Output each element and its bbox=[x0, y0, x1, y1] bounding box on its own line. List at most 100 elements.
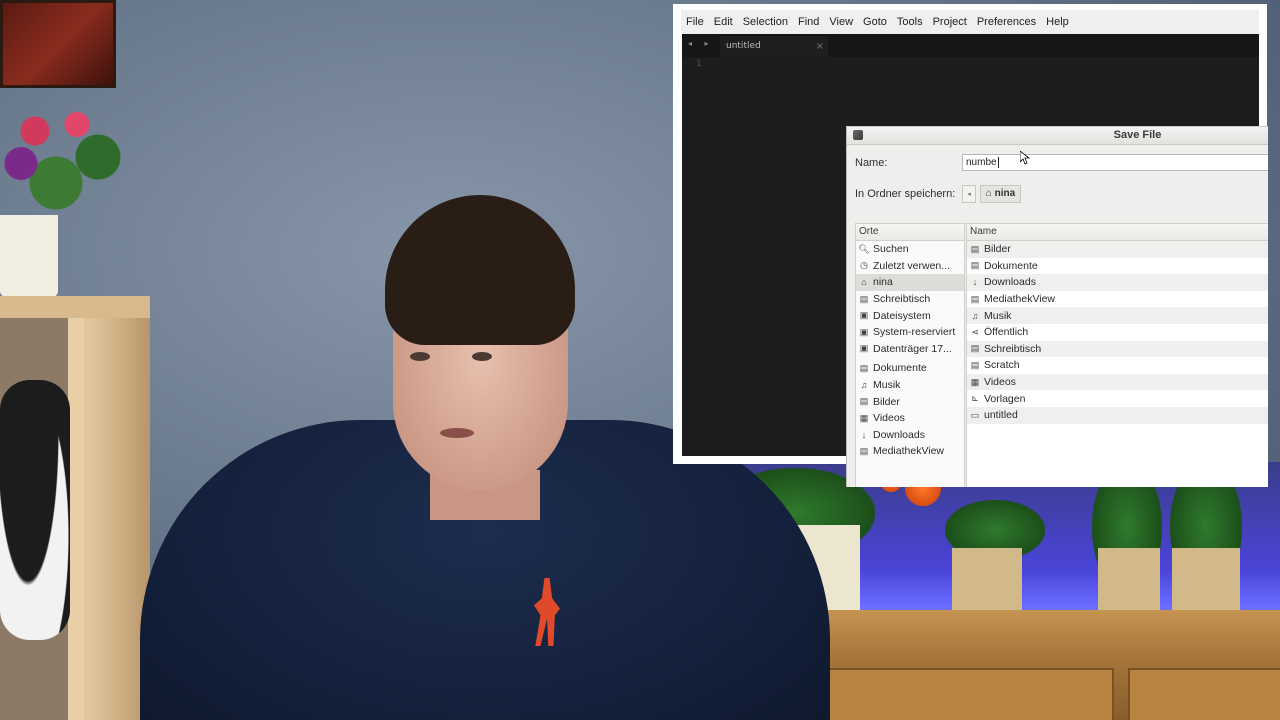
folder-icon: ▤ bbox=[970, 343, 980, 354]
places-item-datenträger-17[interactable]: ▣ Datenträger 17... bbox=[856, 341, 964, 358]
path-button-home[interactable]: ⌂ nina bbox=[980, 185, 1021, 203]
places-item-dateisystem[interactable]: ▣ Dateisystem bbox=[856, 307, 964, 324]
places-item-bilder[interactable]: ▤ Bilder bbox=[856, 393, 964, 410]
places-item-label: Musik bbox=[873, 379, 901, 392]
files-list: ▤ Bilder ▤ Dokumente ↓ Downloads ▤ MediathekVie… bbox=[967, 241, 1268, 424]
places-item-label: Bilder bbox=[873, 395, 900, 408]
editor-area[interactable]: ◂ ▸ untitled × 1 Save File Name: numbe I… bbox=[682, 34, 1268, 487]
pictures-icon: ▤ bbox=[970, 243, 980, 254]
file-row-videos[interactable]: ▦ Videos bbox=[967, 373, 1268, 391]
name-label: Name: bbox=[855, 157, 888, 169]
menu-file[interactable]: File bbox=[681, 10, 709, 34]
filename-input[interactable]: numbe bbox=[962, 154, 1268, 171]
path-button-label: nina bbox=[994, 188, 1016, 199]
tab-untitled[interactable]: untitled × bbox=[720, 36, 828, 57]
places-item-label: nina bbox=[873, 276, 893, 289]
places-item-label: Dokumente bbox=[873, 362, 927, 375]
places-item-label: Schreibtisch bbox=[873, 293, 931, 306]
save-file-dialog: Save File Name: numbe In Ordner speicher… bbox=[846, 126, 1268, 487]
places-item-nina[interactable]: ⌂ nina bbox=[856, 274, 964, 291]
plush-toy bbox=[0, 380, 70, 640]
music-icon: ♫ bbox=[860, 380, 868, 391]
file-row-vorlagen[interactable]: ⊾ Vorlagen bbox=[967, 390, 1268, 407]
file-row-downloads[interactable]: ↓ Downloads bbox=[967, 274, 1268, 291]
file-row-bilder[interactable]: ▤ Bilder bbox=[967, 241, 1268, 258]
path-back-button[interactable]: ◂ bbox=[962, 185, 976, 203]
menu-goto[interactable]: Goto bbox=[858, 10, 892, 34]
file-list: Name ▤ Bilder ▤ Dokumente ↓ Downloads ▤ Mediath… bbox=[966, 223, 1268, 487]
music-icon: ♫ bbox=[971, 310, 979, 321]
tab-label: untitled bbox=[726, 41, 761, 51]
drive-icon: ▣ bbox=[859, 343, 869, 354]
file-icon: ▭ bbox=[970, 409, 980, 420]
places-item-label: Zuletzt verwen... bbox=[873, 259, 951, 272]
folder-icon: ▤ bbox=[970, 293, 980, 304]
places-item-label: Dateisystem bbox=[873, 309, 931, 322]
places-item-downloads[interactable]: ↓ Downloads bbox=[856, 427, 964, 444]
menu-selection[interactable]: Selection bbox=[738, 10, 793, 34]
folder-icon: ▤ bbox=[859, 362, 869, 373]
home-icon: ⌂ bbox=[861, 277, 867, 288]
drive-icon: ▣ bbox=[859, 326, 869, 337]
vase bbox=[0, 215, 58, 297]
file-row-schreibtisch[interactable]: ▤ Schreibtisch bbox=[967, 340, 1268, 358]
file-row-untitled[interactable]: ▭ untitled bbox=[967, 406, 1268, 424]
filename-value: numbe bbox=[966, 157, 997, 168]
recent-icon: ◷ bbox=[860, 260, 868, 271]
menu-tools[interactable]: Tools bbox=[892, 10, 928, 34]
share-icon: ⋖ bbox=[971, 326, 979, 337]
places-sidebar: Orte 🔍︎ Suchen ◷ Zuletzt verwen... ⌂ nina ▤ Sch… bbox=[855, 223, 965, 487]
places-item-suchen[interactable]: 🔍︎ Suchen bbox=[856, 241, 964, 258]
file-row-label: Schreibtisch bbox=[984, 342, 1042, 355]
places-item-videos[interactable]: ▦ Videos bbox=[856, 410, 964, 427]
file-row-mediathekview[interactable]: ▤ MediathekView bbox=[967, 291, 1268, 308]
video-icon: ▦ bbox=[970, 376, 980, 387]
file-row-label: Dokumente bbox=[984, 259, 1038, 272]
close-icon[interactable]: × bbox=[816, 36, 824, 57]
places-item-label: System-reserviert bbox=[873, 326, 956, 339]
folder-icon: ▤ bbox=[970, 359, 980, 370]
menu-preferences[interactable]: Preferences bbox=[972, 10, 1041, 34]
places-item-label: Datenträger 17... bbox=[873, 342, 952, 355]
places-item-label: Downloads bbox=[873, 428, 925, 441]
video-icon: ▦ bbox=[859, 412, 869, 423]
menu-view[interactable]: View bbox=[824, 10, 858, 34]
search-icon: 🔍︎ bbox=[858, 243, 870, 254]
sideboard bbox=[760, 610, 1280, 720]
file-row-label: untitled bbox=[984, 409, 1018, 422]
file-row-öffentlich[interactable]: ⋖ Öffentlich bbox=[967, 324, 1268, 341]
drive-icon: ▣ bbox=[859, 310, 869, 321]
dialog-title: Save File bbox=[1113, 129, 1162, 141]
flower-bouquet bbox=[0, 92, 140, 222]
places-item-label: Videos bbox=[873, 412, 905, 425]
file-row-scratch[interactable]: ▤ Scratch bbox=[967, 357, 1268, 374]
file-row-label: Vorlagen bbox=[984, 392, 1026, 405]
places-item-musik[interactable]: ♫ Musik bbox=[856, 377, 964, 394]
places-item-dokumente[interactable]: ▤ Dokumente bbox=[856, 360, 964, 377]
file-row-musik[interactable]: ♫ Musik bbox=[967, 307, 1268, 324]
places-item-mediathekview[interactable]: ▤ MediathekView bbox=[856, 443, 964, 460]
tab-nav-arrows-icon[interactable]: ◂ ▸ bbox=[688, 39, 714, 48]
menu-find[interactable]: Find bbox=[793, 10, 824, 34]
file-row-dokumente[interactable]: ▤ Dokumente bbox=[967, 258, 1268, 275]
tab-bar: ◂ ▸ untitled × bbox=[682, 34, 1259, 57]
dialog-titlebar[interactable]: Save File bbox=[847, 127, 1268, 145]
text-caret bbox=[997, 156, 999, 168]
pictures-icon: ▤ bbox=[859, 396, 869, 407]
file-row-label: Bilder bbox=[984, 243, 1011, 256]
person-eye bbox=[472, 352, 492, 361]
download-icon: ↓ bbox=[861, 429, 867, 440]
mouse-pointer-icon bbox=[1020, 151, 1030, 165]
menu-edit[interactable]: Edit bbox=[709, 10, 738, 34]
menu-project[interactable]: Project bbox=[928, 10, 972, 34]
places-item-schreibtisch[interactable]: ▤ Schreibtisch bbox=[856, 291, 964, 308]
templates-icon: ⊾ bbox=[971, 393, 979, 404]
name-column-header[interactable]: Name bbox=[967, 224, 1268, 241]
places-item-system-reserviert[interactable]: ▣ System-reserviert bbox=[856, 324, 964, 341]
file-row-label: Öffentlich bbox=[984, 326, 1029, 339]
menu-help[interactable]: Help bbox=[1041, 10, 1074, 34]
places-item-label: MediathekView bbox=[873, 445, 945, 458]
places-header[interactable]: Orte bbox=[856, 224, 964, 241]
places-item-zuletzt-verwen[interactable]: ◷ Zuletzt verwen... bbox=[856, 258, 964, 275]
folder-label: In Ordner speichern: bbox=[855, 188, 956, 200]
